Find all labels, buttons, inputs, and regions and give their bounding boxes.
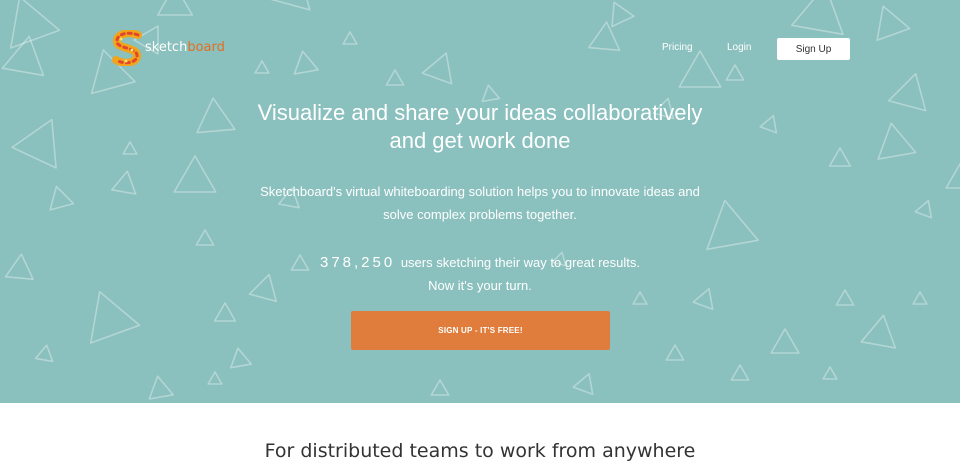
triangle-shape [207, 371, 223, 385]
hero-section: sketchboard Pricing Login Sign Up Visual… [0, 0, 960, 403]
nav-signup-button[interactable]: Sign Up [777, 38, 850, 60]
user-stats: 378,250 users sketching their way to gre… [0, 251, 960, 297]
hero-sub-line2: solve complex problems together. [383, 207, 577, 222]
triangle-shape [790, 0, 844, 36]
triangle-shape [430, 379, 450, 396]
triangle-shape [725, 64, 745, 81]
user-stats-text: users sketching their way to great resul… [397, 255, 640, 270]
top-nav: Pricing Login Sign Up [0, 38, 960, 60]
hero-headline: Visualize and share your ideas collabora… [0, 99, 960, 155]
triangle-shape [822, 366, 838, 380]
triangle-shape [860, 314, 897, 349]
triangle-shape [730, 364, 750, 381]
triangle-shape [254, 60, 270, 74]
triangle-shape [89, 290, 141, 344]
triangle-shape [156, 0, 194, 16]
triangle-shape [611, 1, 635, 28]
user-stats-line1: 378,250 users sketching their way to gre… [0, 251, 960, 274]
triangle-shape [213, 302, 237, 322]
triangle-shape [665, 344, 685, 361]
features-title: For distributed teams to work from anywh… [264, 440, 696, 462]
triangle-shape [770, 328, 800, 354]
triangle-shape [385, 69, 405, 86]
user-count: 378,250 [319, 254, 396, 271]
hero-headline-line1: Visualize and share your ideas collabora… [257, 100, 703, 125]
triangle-shape [148, 375, 174, 400]
hero-subheadline: Sketchboard's virtual whiteboarding solu… [0, 180, 960, 226]
nav-login-link[interactable]: Login [727, 42, 751, 53]
triangle-shape [195, 229, 215, 246]
signup-free-button[interactable]: SIGN UP - IT'S FREE! [351, 311, 610, 350]
triangle-shape [876, 5, 911, 42]
hero-headline-line2: and get work done [389, 128, 571, 153]
triangle-shape [34, 344, 54, 363]
triangle-shape [230, 347, 253, 369]
triangle-shape [270, 0, 311, 11]
nav-pricing-link[interactable]: Pricing [662, 42, 693, 53]
user-stats-line2: Now it's your turn. [428, 278, 532, 293]
triangle-shape [572, 372, 594, 396]
hero-sub-line1: Sketchboard's virtual whiteboarding solu… [260, 184, 700, 199]
